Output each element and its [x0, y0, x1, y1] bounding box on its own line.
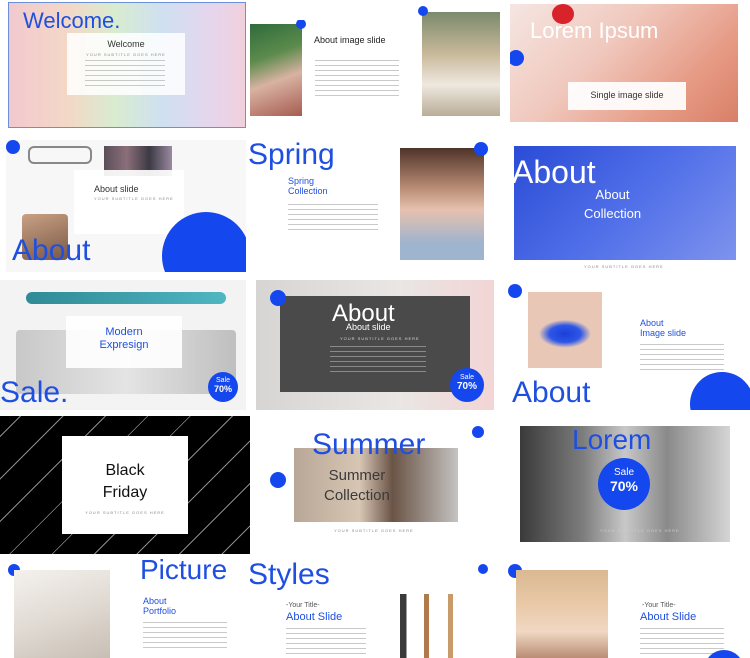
- slide-about-lips[interactable]: About Image slide About: [506, 280, 750, 410]
- sale-value: 70%: [456, 381, 477, 392]
- single-image-title: Single image slide: [590, 90, 664, 100]
- welcome-card-title: Welcome: [107, 39, 145, 49]
- slide-summer[interactable]: Summer Summer Collection YOUR SUBTITLE G…: [264, 416, 496, 558]
- accent-dot: [508, 284, 522, 298]
- modern-title: Modern Expresign: [99, 326, 149, 352]
- blonde-portrait-photo: [516, 570, 608, 658]
- mascara-photo: [26, 292, 226, 304]
- accent-dot: [296, 20, 306, 29]
- slide-about-dark[interactable]: About About slide YOUR SUBTITLE GOES HER…: [256, 280, 494, 410]
- about-lips-title: About Image slide: [640, 318, 687, 339]
- sale-badge: Sale 70%: [450, 368, 484, 402]
- black-friday-card: Black Friday YOUR SUBTITLE GOES HERE: [62, 436, 188, 534]
- accent-dot-small: [472, 426, 484, 438]
- accent-dot: [474, 142, 488, 156]
- slide-photo-blonde[interactable]: [418, 6, 506, 118]
- lorem-bw-subtitle: YOUR SUBTITLE GOES HERE: [600, 528, 680, 533]
- about-big-title: About: [12, 234, 91, 267]
- slide-welcome[interactable]: Welcome. Welcome YOUR SUBTITLE GOES HERE: [8, 2, 246, 128]
- summer-subtitle: YOUR SUBTITLE GOES HERE: [334, 528, 414, 533]
- accent-dot: [510, 50, 524, 66]
- sale-value: 70%: [609, 478, 639, 494]
- about-collection-title: About Collection: [584, 187, 642, 221]
- slide-about-cosmetics[interactable]: About slide YOUR SUBTITLE GOES HERE Abou…: [6, 140, 246, 272]
- about-lips-big-title: About: [512, 376, 591, 409]
- about-lips-body: [640, 344, 724, 370]
- slide-lorem-ipsum[interactable]: Lorem Ipsum Single image slide: [510, 4, 738, 122]
- accent-half-circle: [690, 372, 750, 410]
- single-image-card: Single image slide: [568, 82, 686, 110]
- welcome-card: Welcome YOUR SUBTITLE GOES HERE: [67, 33, 185, 95]
- lorem-bw-big-title: Lorem: [572, 424, 652, 455]
- styles-body: [286, 628, 366, 654]
- slide-about-right[interactable]: -Your Title- About Slide: [502, 556, 750, 658]
- about-image-body: [315, 60, 399, 96]
- welcome-body-text: [85, 60, 165, 86]
- lorem-ipsum-big-title: Lorem Ipsum: [530, 18, 659, 43]
- about-slide-subtitle: YOUR SUBTITLE GOES HERE: [94, 196, 174, 201]
- welcome-big-title: Welcome.: [23, 8, 121, 33]
- spring-body-text: [288, 204, 378, 232]
- accent-dot: [6, 140, 20, 154]
- styles-kicker: -Your Title-: [286, 602, 320, 609]
- sale-label: Sale: [459, 374, 474, 381]
- summer-title: Summer Collection: [324, 467, 390, 504]
- picture-big-title: Picture: [140, 556, 228, 585]
- slide-modern-expresign[interactable]: Modern Expresign Sale 70% Sale.: [0, 280, 246, 410]
- black-friday-subtitle: YOUR SUBTITLE GOES HERE: [85, 510, 165, 515]
- spring-big-title: Spring: [248, 140, 335, 171]
- sale-badge: Sale 70%: [208, 372, 238, 402]
- slide-black-friday[interactable]: Black Friday YOUR SUBTITLE GOES HERE: [0, 416, 250, 554]
- blue-lips-photo: [528, 292, 602, 368]
- brunette-woman-photo: [400, 148, 484, 260]
- portfolio-title: About Portfolio: [143, 596, 177, 617]
- eyelash-curler-photo: [28, 146, 92, 164]
- sale-label: Sale: [613, 467, 634, 478]
- white-outfit-photo: [14, 570, 110, 658]
- about-right-title: About Slide: [640, 611, 697, 623]
- accent-dot: [270, 290, 286, 306]
- styles-title: About Slide: [286, 611, 343, 623]
- accent-dot: [418, 6, 428, 16]
- welcome-subtitle: YOUR SUBTITLE GOES HERE: [86, 52, 166, 57]
- accent-dot: [478, 564, 488, 574]
- sale-big-title: Sale.: [0, 376, 69, 409]
- slide-lorem-bw[interactable]: Lorem Sale 70% YOUR SUBTITLE GOES HERE: [516, 420, 742, 554]
- about-dark-card-title: About slide: [346, 322, 391, 332]
- styles-big-title: Styles: [250, 558, 330, 591]
- summer-big-title: Summer: [312, 428, 426, 461]
- woman-leaf-photo: [250, 24, 302, 116]
- dark-card: About About slide YOUR SUBTITLE GOES HER…: [280, 296, 470, 392]
- modern-card: Modern Expresign: [66, 316, 182, 368]
- slide-styles[interactable]: Styles -Your Title- About Slide: [250, 556, 500, 658]
- sale-label: Sale: [215, 377, 230, 384]
- blonde-woman-photo: [422, 12, 500, 116]
- accent-dot: [270, 472, 286, 488]
- black-friday-title: Black Friday: [102, 462, 148, 501]
- spring-collection-title: Spring Collection: [288, 176, 328, 197]
- slide-about-image[interactable]: About image slide: [249, 20, 409, 120]
- about-slide-card-title: About slide: [94, 184, 139, 194]
- slide-spring[interactable]: Spring Spring Collection: [248, 140, 492, 272]
- about-right-body: [640, 628, 724, 654]
- about-slide-card: About slide YOUR SUBTITLE GOES HERE: [74, 170, 184, 234]
- slide-portfolio[interactable]: Picture About Portfolio: [0, 556, 250, 658]
- sale-badge: Sale 70%: [598, 458, 650, 510]
- slide-about-collection[interactable]: About About Collection YOUR SUBTITLE GOE…: [510, 140, 738, 272]
- makeup-brushes-photo: [400, 594, 480, 658]
- about-collection-subtitle: YOUR SUBTITLE GOES HERE: [584, 264, 664, 269]
- sale-value: 70%: [213, 384, 232, 394]
- about-right-kicker: -Your Title-: [642, 602, 676, 609]
- about-dark-subtitle: YOUR SUBTITLE GOES HERE: [340, 336, 420, 341]
- about-dark-body: [330, 346, 426, 372]
- portfolio-body: [143, 622, 227, 652]
- about-image-title: About image slide: [314, 35, 386, 45]
